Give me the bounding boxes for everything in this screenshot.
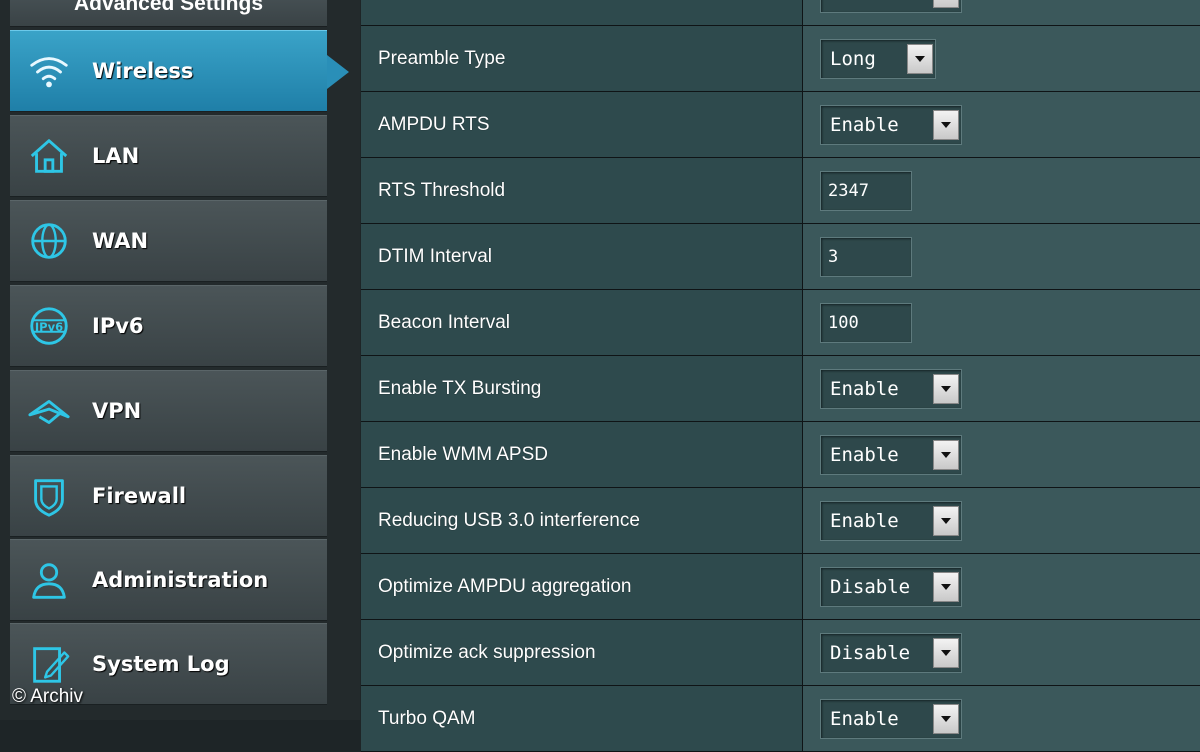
home-icon [24,131,74,181]
select-value: Enable [830,443,899,466]
setting-value-cell: Disable [803,620,1200,685]
wmm-apsd-select[interactable]: Enable [820,434,962,475]
chevron-down-icon[interactable] [933,0,959,8]
user-icon [24,555,74,605]
select-value: Enable [830,707,899,730]
tx-bursting-select[interactable]: Enable [820,368,962,409]
ack-suppression-select[interactable]: Disable [820,632,962,673]
setting-label: Enable TX Bursting [361,356,803,421]
chevron-down-icon[interactable] [933,373,959,404]
setting-value-cell [803,0,1200,25]
setting-label: Turbo QAM [361,686,803,751]
beacon-interval-input[interactable] [820,302,912,343]
chevron-down-icon[interactable] [933,637,959,668]
sidebar-header: Advanced Settings [10,0,327,27]
ampdu-aggregation-select[interactable]: Disable [820,566,962,607]
sidebar-item-label: Wireless [92,59,194,83]
setting-row: RTS Threshold [361,158,1200,224]
ampdu-rts-select[interactable]: Enable [820,104,962,145]
setting-value-cell [803,290,1200,355]
settings-table: Preamble Type Long AMPDU RTS Enable RTS … [361,0,1200,752]
setting-label: Enable WMM APSD [361,422,803,487]
sidebar-item-label: System Log [92,652,230,676]
chevron-down-icon[interactable] [907,43,933,74]
shield-icon [24,471,74,521]
setting-row: Beacon Interval [361,290,1200,356]
turbo-qam-select[interactable]: Enable [820,698,962,739]
svg-text:IPv6: IPv6 [35,320,63,334]
dtim-interval-input[interactable] [820,236,912,277]
setting-value-cell [803,224,1200,289]
setting-value-cell: Enable [803,686,1200,751]
setting-value-cell: Enable [803,422,1200,487]
setting-label [361,0,803,25]
rts-threshold-input[interactable] [820,170,912,211]
chevron-down-icon[interactable] [933,505,959,536]
setting-select[interactable] [820,0,962,13]
watermark: © Archiv [12,686,84,707]
select-value: Disable [830,575,911,598]
select-value: Enable [830,509,899,532]
sidebar-item-label: IPv6 [92,314,144,338]
setting-row: Reducing USB 3.0 interference Enable [361,488,1200,554]
usb3-interference-select[interactable]: Enable [820,500,962,541]
sidebar: Advanced Settings Wireless LAN WAN IPv6 … [0,0,360,720]
setting-row: Enable TX Bursting Enable [361,356,1200,422]
setting-label: Optimize ack suppression [361,620,803,685]
select-value: Enable [830,113,899,136]
setting-row: Optimize ack suppression Disable [361,620,1200,686]
setting-value-cell: Enable [803,92,1200,157]
setting-label: AMPDU RTS [361,92,803,157]
sidebar-item-label: LAN [92,144,140,168]
setting-row: AMPDU RTS Enable [361,92,1200,158]
sidebar-item-wan[interactable]: WAN [10,200,327,282]
select-value: Enable [830,377,899,400]
chevron-down-icon[interactable] [933,439,959,470]
setting-label: Optimize AMPDU aggregation [361,554,803,619]
sidebar-item-firewall[interactable]: Firewall [10,455,327,537]
sidebar-item-label: VPN [92,399,142,423]
log-icon [24,639,74,689]
setting-row [361,0,1200,26]
setting-row: Optimize AMPDU aggregation Disable [361,554,1200,620]
sidebar-item-label: Firewall [92,484,187,508]
setting-label: Beacon Interval [361,290,803,355]
sidebar-item-ipv6[interactable]: IPv6 IPv6 [10,285,327,367]
globe-icon [24,216,74,266]
setting-value-cell: Enable [803,488,1200,553]
setting-row: Turbo QAM Enable [361,686,1200,752]
preamble-type-select[interactable]: Long [820,38,936,79]
sidebar-item-administration[interactable]: Administration [10,539,327,621]
setting-value-cell: Disable [803,554,1200,619]
vpn-icon [24,386,74,436]
sidebar-item-label: WAN [92,229,149,253]
chevron-down-icon[interactable] [933,109,959,140]
chevron-down-icon[interactable] [933,703,959,734]
setting-label: DTIM Interval [361,224,803,289]
setting-label: Reducing USB 3.0 interference [361,488,803,553]
setting-row: DTIM Interval [361,224,1200,290]
setting-value-cell [803,158,1200,223]
ipv6-icon: IPv6 [24,301,74,351]
sidebar-item-wireless[interactable]: Wireless [10,30,349,112]
setting-value-cell: Enable [803,356,1200,421]
select-value: Long [830,47,876,70]
setting-value-cell: Long [803,26,1200,91]
sidebar-item-label: Administration [92,568,269,592]
wifi-icon [24,46,74,96]
setting-label: Preamble Type [361,26,803,91]
sidebar-item-vpn[interactable]: VPN [10,370,327,452]
setting-row: Enable WMM APSD Enable [361,422,1200,488]
select-value: Disable [830,641,911,664]
sidebar-item-lan[interactable]: LAN [10,115,327,197]
setting-row: Preamble Type Long [361,26,1200,92]
chevron-down-icon[interactable] [933,571,959,602]
setting-label: RTS Threshold [361,158,803,223]
